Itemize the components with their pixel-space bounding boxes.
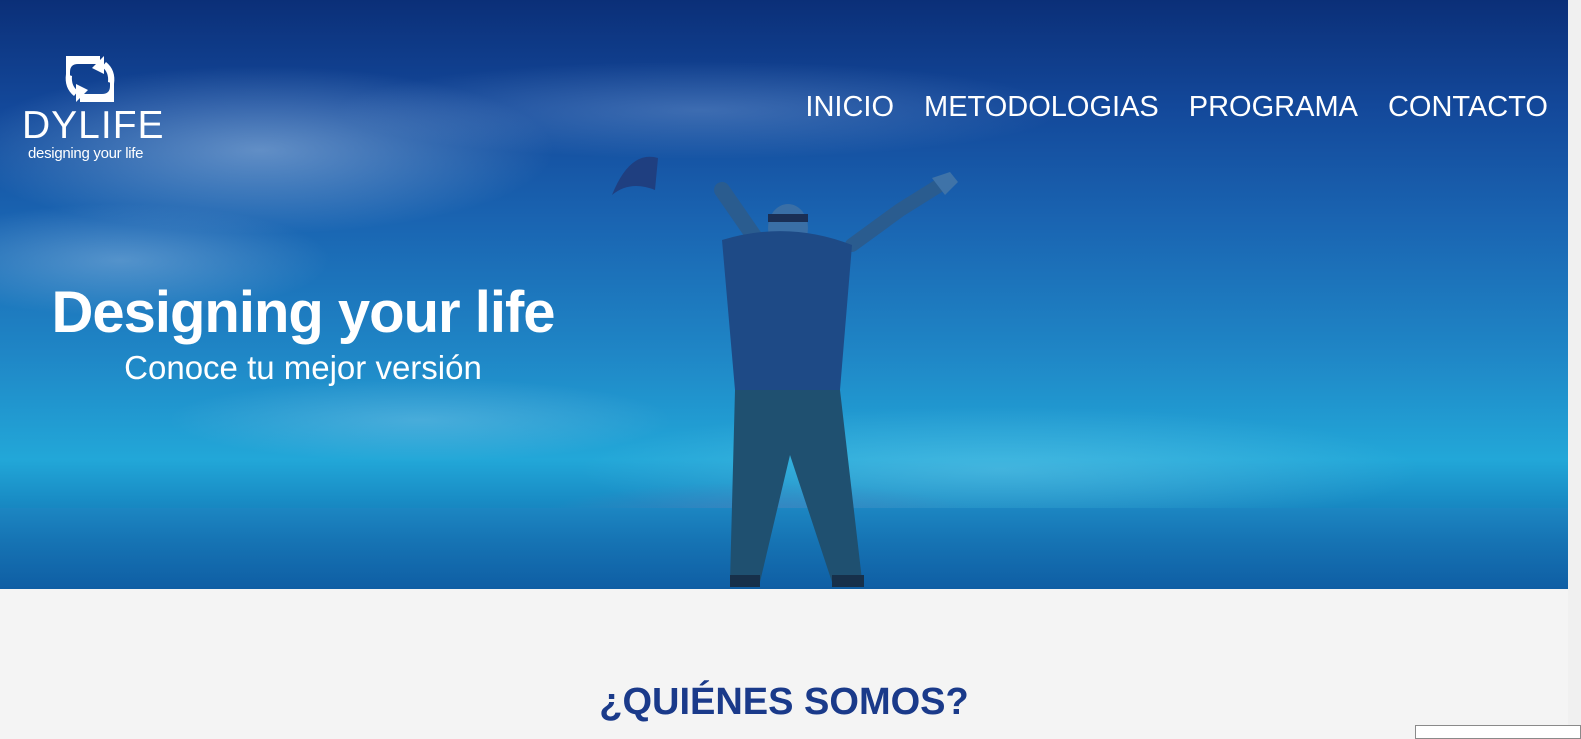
page-scrollbar[interactable] [1568,0,1581,739]
status-popup [1415,725,1581,739]
logo-tagline: designing your life [28,145,144,162]
hero-text: Designing your life Conoce tu mejor vers… [40,280,566,390]
person-arms-raised-icon [612,156,958,587]
hero-title: Designing your life [51,280,555,345]
hero-subtitle: Conoce tu mejor versión [124,349,482,386]
about-section-title: ¿QUIÉNES SOMOS? [599,681,969,723]
nav-item-contacto[interactable]: CONTACTO [1388,88,1548,126]
hero-banner: DYLIFE designing your life INICIO METODO… [0,0,1568,589]
nav-item-programa[interactable]: PROGRAMA [1189,88,1358,126]
nav-item-inicio[interactable]: INICIO [805,88,894,126]
main-nav: INICIO METODOLOGIAS PROGRAMA CONTACTO [805,88,1548,126]
logo-title: DYLIFE [22,104,165,147]
logo-mark-icon [65,56,115,102]
nav-item-metodologias[interactable]: METODOLOGIAS [924,88,1159,126]
logo[interactable]: DYLIFE designing your life [22,52,165,164]
